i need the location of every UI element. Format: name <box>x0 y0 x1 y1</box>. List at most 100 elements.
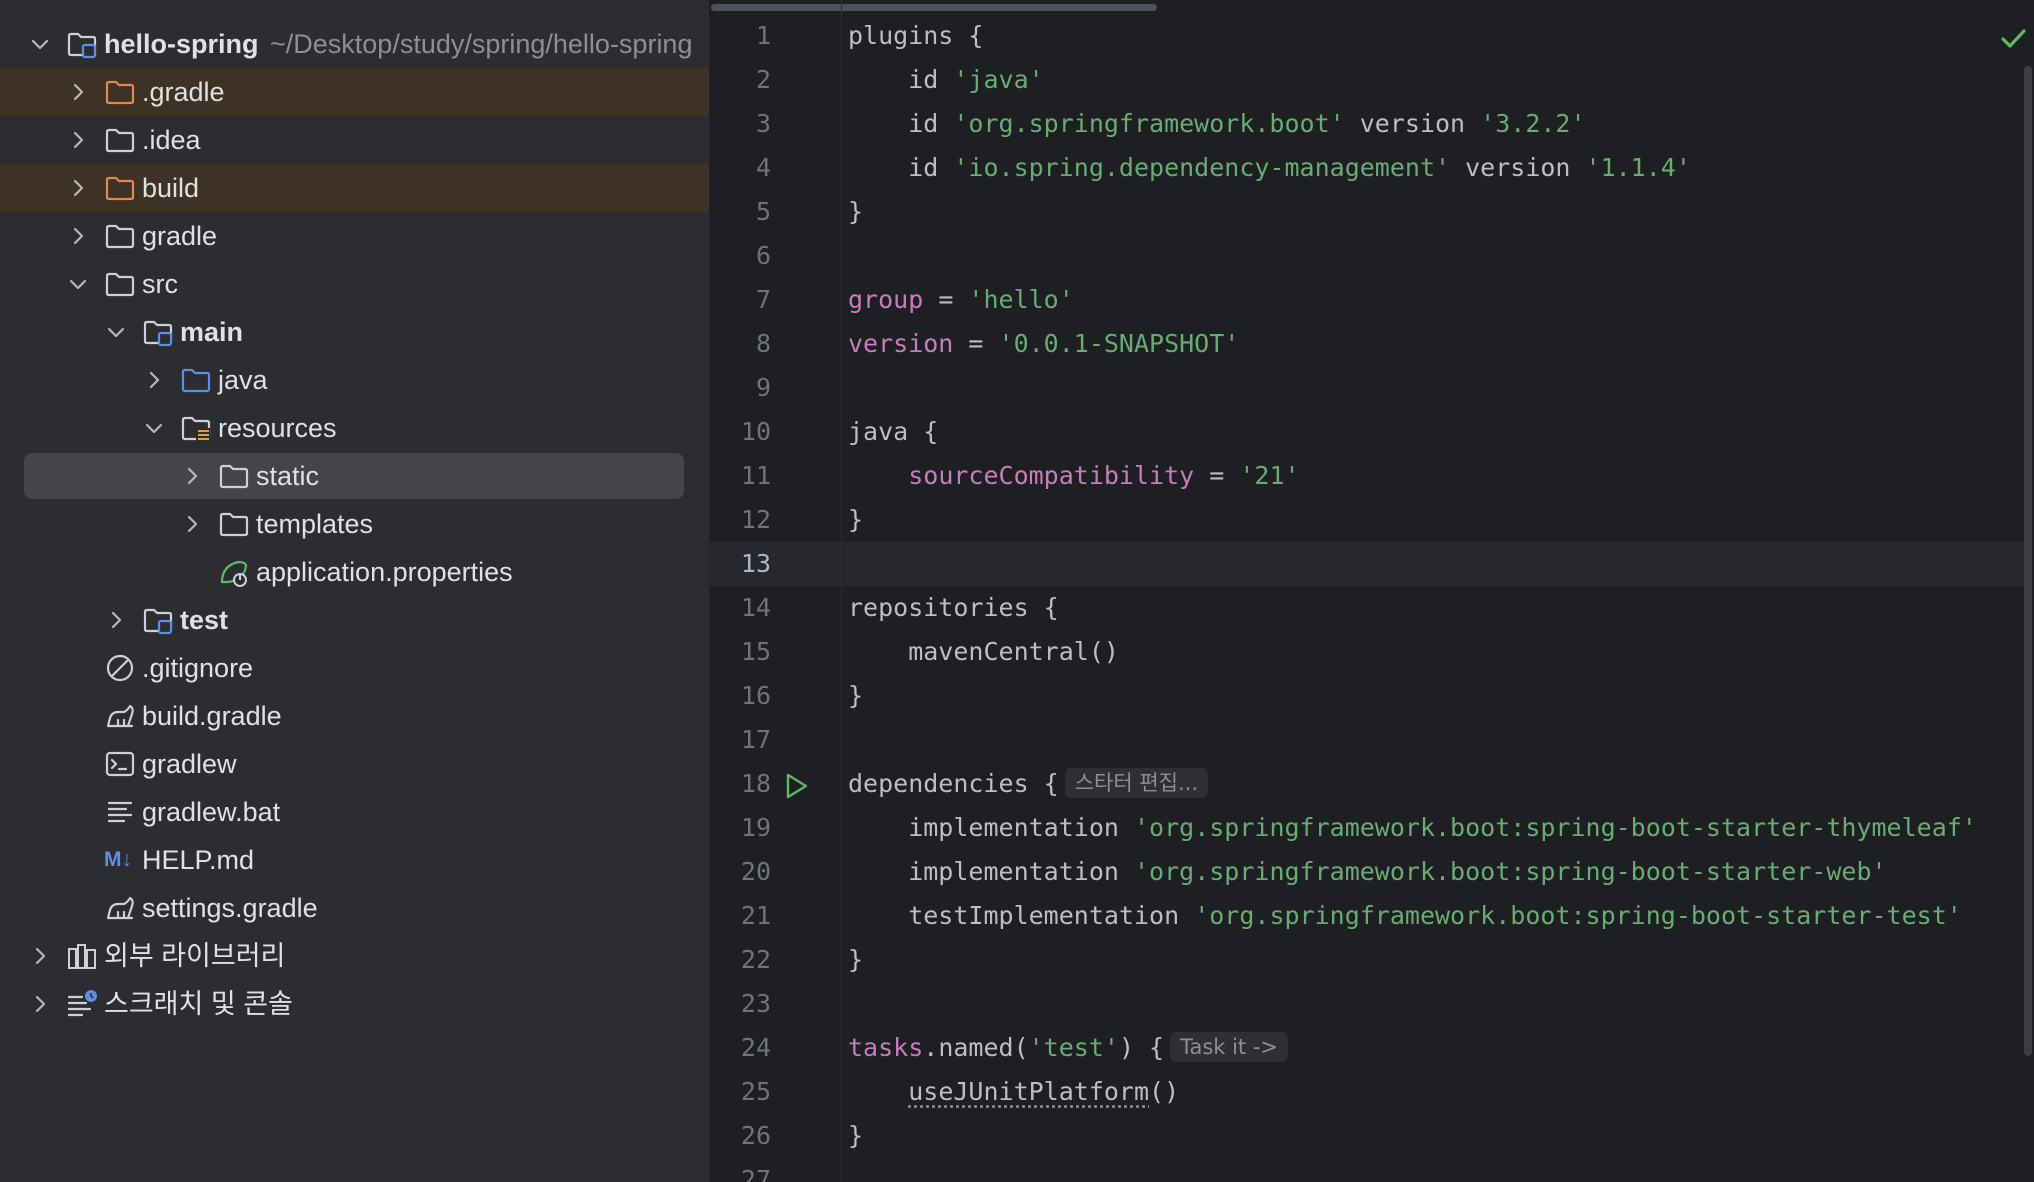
code-line[interactable]: 16} <box>709 674 2034 718</box>
code-token: id <box>848 153 954 182</box>
tree-item-gradle[interactable]: .gradle <box>0 68 709 116</box>
horizontal-scrollbar[interactable] <box>709 0 2034 12</box>
tree-item-label: build <box>142 173 200 203</box>
inlay-hint[interactable]: Task it -> <box>1170 1032 1289 1062</box>
project-tree-panel: hello-spring ~/Desktop/study/spring/hello… <box>0 0 709 1182</box>
chevron-right-icon[interactable] <box>66 176 90 200</box>
tree-item-test[interactable]: test <box>0 596 709 644</box>
line-number: 15 <box>740 637 771 666</box>
tree-root-hello-spring[interactable]: hello-spring ~/Desktop/study/spring/hello… <box>0 20 709 68</box>
property-token: version <box>848 329 954 358</box>
string-token: 'io.spring.dependency-management' <box>953 153 1451 182</box>
code-line[interactable]: 18 dependencies {스타터 편집... <box>709 762 2034 806</box>
tree-item-java[interactable]: java <box>0 356 709 404</box>
string-token: '3.2.2' <box>1480 109 1586 138</box>
tree-item-settings-gradle[interactable]: settings.gradle <box>0 884 709 932</box>
tree-item-gradlew-bat[interactable]: gradlew.bat <box>0 788 709 836</box>
tree-item-idea[interactable]: .idea <box>0 116 709 164</box>
code-line[interactable]: 27 <box>709 1158 2034 1182</box>
chevron-right-icon[interactable] <box>142 368 166 392</box>
code-editor[interactable]: 1 plugins {2 id 'java' 3 id 'org.springfra… <box>709 0 2034 1182</box>
tree-item-help-md[interactable]: M↓ HELP.md <box>0 836 709 884</box>
code-line[interactable]: 11 sourceCompatibility = '21' <box>709 454 2034 498</box>
tree-item-build[interactable]: build <box>0 164 709 212</box>
property-token: sourceCompatibility <box>908 461 1195 490</box>
code-line[interactable]: 21 testImplementation 'org.springframewo… <box>709 894 2034 938</box>
code-line[interactable]: 26} <box>709 1114 2034 1158</box>
tree-item-[interactable]: 스크래치 및 콘솔 <box>0 980 709 1028</box>
gitignore-icon <box>106 654 134 682</box>
tree-item-gradle[interactable]: gradle <box>0 212 709 260</box>
line-number: 2 <box>755 65 771 94</box>
code-line[interactable]: 24 tasks.named('test') {Task it -> <box>709 1026 2034 1070</box>
string-token: 'hello' <box>968 285 1074 314</box>
code-line[interactable]: 17 <box>709 718 2034 762</box>
line-number: 11 <box>740 461 771 490</box>
tree-item-main[interactable]: main <box>0 308 709 356</box>
code-line[interactable]: 2 id 'java' <box>709 58 2034 102</box>
code-line[interactable]: 6 <box>709 234 2034 278</box>
string-token: '0.0.1-SNAPSHOT' <box>998 329 1240 358</box>
code-line[interactable]: 12} <box>709 498 2034 542</box>
tree-item-gradlew[interactable]: gradlew <box>0 740 709 788</box>
line-number: 7 <box>755 285 771 314</box>
code-content: } <box>848 498 863 542</box>
chevron-right-icon[interactable] <box>66 128 90 152</box>
tree-item-templates[interactable]: templates <box>0 500 709 548</box>
text-file-icon <box>107 801 133 823</box>
code-line[interactable]: 23 <box>709 982 2034 1026</box>
horizontal-scrollbar-thumb[interactable] <box>711 4 1157 11</box>
code-line[interactable]: 9 <box>709 366 2034 410</box>
tree-item-label: templates <box>256 509 374 539</box>
code-line[interactable]: 20 implementation 'org.springframework.b… <box>709 850 2034 894</box>
run-gutter-icon[interactable] <box>781 771 811 801</box>
chevron-right-icon[interactable] <box>66 80 90 104</box>
code-line[interactable]: 5} <box>709 190 2034 234</box>
code-line[interactable]: 4 id 'io.spring.dependency-management' v… <box>709 146 2034 190</box>
code-content: testImplementation 'org.springframework.… <box>848 894 1962 938</box>
code-line[interactable]: 25 useJUnitPlatform() <box>709 1070 2034 1114</box>
code-line[interactable]: 3 id 'org.springframework.boot' version … <box>709 102 2034 146</box>
code-line[interactable]: 19 implementation 'org.springframework.b… <box>709 806 2034 850</box>
code-token: implementation <box>848 813 1134 842</box>
code-line[interactable]: 10 java { <box>709 410 2034 454</box>
code-line[interactable]: 14 repositories { <box>709 586 2034 630</box>
code-line[interactable]: 22} <box>709 938 2034 982</box>
code-content: dependencies {스타터 편집... <box>848 762 1209 806</box>
tree-item-static[interactable]: static <box>0 452 709 500</box>
code-line[interactable]: 8 version = '0.0.1-SNAPSHOT' <box>709 322 2034 366</box>
code-token: dependencies { <box>848 769 1059 798</box>
code-line[interactable]: 13 <box>709 542 2034 586</box>
code-line[interactable]: 15 mavenCentral() <box>709 630 2034 674</box>
chevron-right-icon[interactable] <box>28 944 52 968</box>
folder-excluded-icon <box>105 176 135 201</box>
tree-item-label: static <box>256 461 320 491</box>
chevron-down-icon[interactable] <box>104 320 128 344</box>
code-content: } <box>848 674 863 718</box>
tree-item-gitignore[interactable]: .gitignore <box>0 644 709 692</box>
tree-item-application-properties[interactable]: application.properties <box>0 548 709 596</box>
chevron-right-icon[interactable] <box>180 512 204 536</box>
tree-root-label: hello-spring <box>104 29 259 59</box>
code-content: plugins { <box>848 14 983 58</box>
chevron-right-icon[interactable] <box>104 608 128 632</box>
tree-item-src[interactable]: src <box>0 260 709 308</box>
chevron-down-icon[interactable] <box>28 32 52 56</box>
code-line[interactable]: 7 group = 'hello' <box>709 278 2034 322</box>
line-number: 26 <box>740 1121 771 1150</box>
code-token: java { <box>848 417 939 446</box>
code-line[interactable]: 1 plugins { <box>709 14 2034 58</box>
tree-item-label: java <box>218 365 268 395</box>
tree-item-resources[interactable]: resources <box>0 404 709 452</box>
chevron-down-icon[interactable] <box>66 272 90 296</box>
tree-item-[interactable]: 외부 라이브러리 <box>0 932 709 980</box>
code-token: repositories { <box>848 593 1059 622</box>
tree-item-label: src <box>142 269 178 299</box>
chevron-right-icon[interactable] <box>28 992 52 1016</box>
tree-item-build-gradle[interactable]: build.gradle <box>0 692 709 740</box>
inlay-hint[interactable]: 스타터 편집... <box>1064 768 1209 798</box>
chevron-right-icon[interactable] <box>180 464 204 488</box>
chevron-right-icon[interactable] <box>66 224 90 248</box>
chevron-down-icon[interactable] <box>142 416 166 440</box>
markdown-icon: M↓ <box>104 848 132 871</box>
